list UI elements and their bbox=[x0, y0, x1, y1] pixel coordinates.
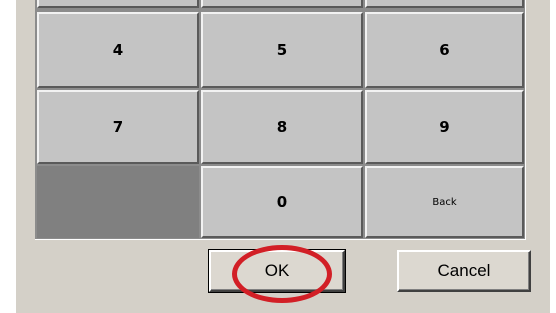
keypad-key-9[interactable]: 9 bbox=[365, 90, 524, 164]
keypad-empty-slot bbox=[37, 166, 199, 238]
ok-button[interactable]: OK bbox=[208, 249, 346, 293]
numeric-keypad: 4 5 6 7 8 9 0 Back bbox=[35, 0, 526, 240]
keypad-key-back[interactable]: Back bbox=[365, 166, 524, 238]
keypad-key-5[interactable]: 5 bbox=[201, 12, 363, 88]
keypad-key-top-left[interactable] bbox=[37, 0, 199, 8]
key-label: 5 bbox=[276, 41, 288, 59]
keypad-key-4[interactable]: 4 bbox=[37, 12, 199, 88]
key-label: 4 bbox=[112, 41, 124, 59]
key-label: 6 bbox=[439, 41, 450, 59]
key-label: 7 bbox=[112, 118, 124, 136]
keypad-key-8[interactable]: 8 bbox=[201, 90, 363, 164]
key-label: 0 bbox=[276, 193, 288, 211]
dialog-edge bbox=[550, 0, 556, 313]
key-label: 9 bbox=[439, 118, 450, 136]
keypad-key-top-middle[interactable] bbox=[201, 0, 363, 8]
keypad-key-0[interactable]: 0 bbox=[201, 166, 363, 238]
keypad-key-7[interactable]: 7 bbox=[37, 90, 199, 164]
keypad-key-6[interactable]: 6 bbox=[365, 12, 524, 88]
key-label: 8 bbox=[276, 118, 288, 136]
cancel-button[interactable]: Cancel bbox=[397, 250, 531, 292]
keypad-key-top-right[interactable] bbox=[365, 0, 524, 8]
key-label: Back bbox=[432, 196, 457, 208]
